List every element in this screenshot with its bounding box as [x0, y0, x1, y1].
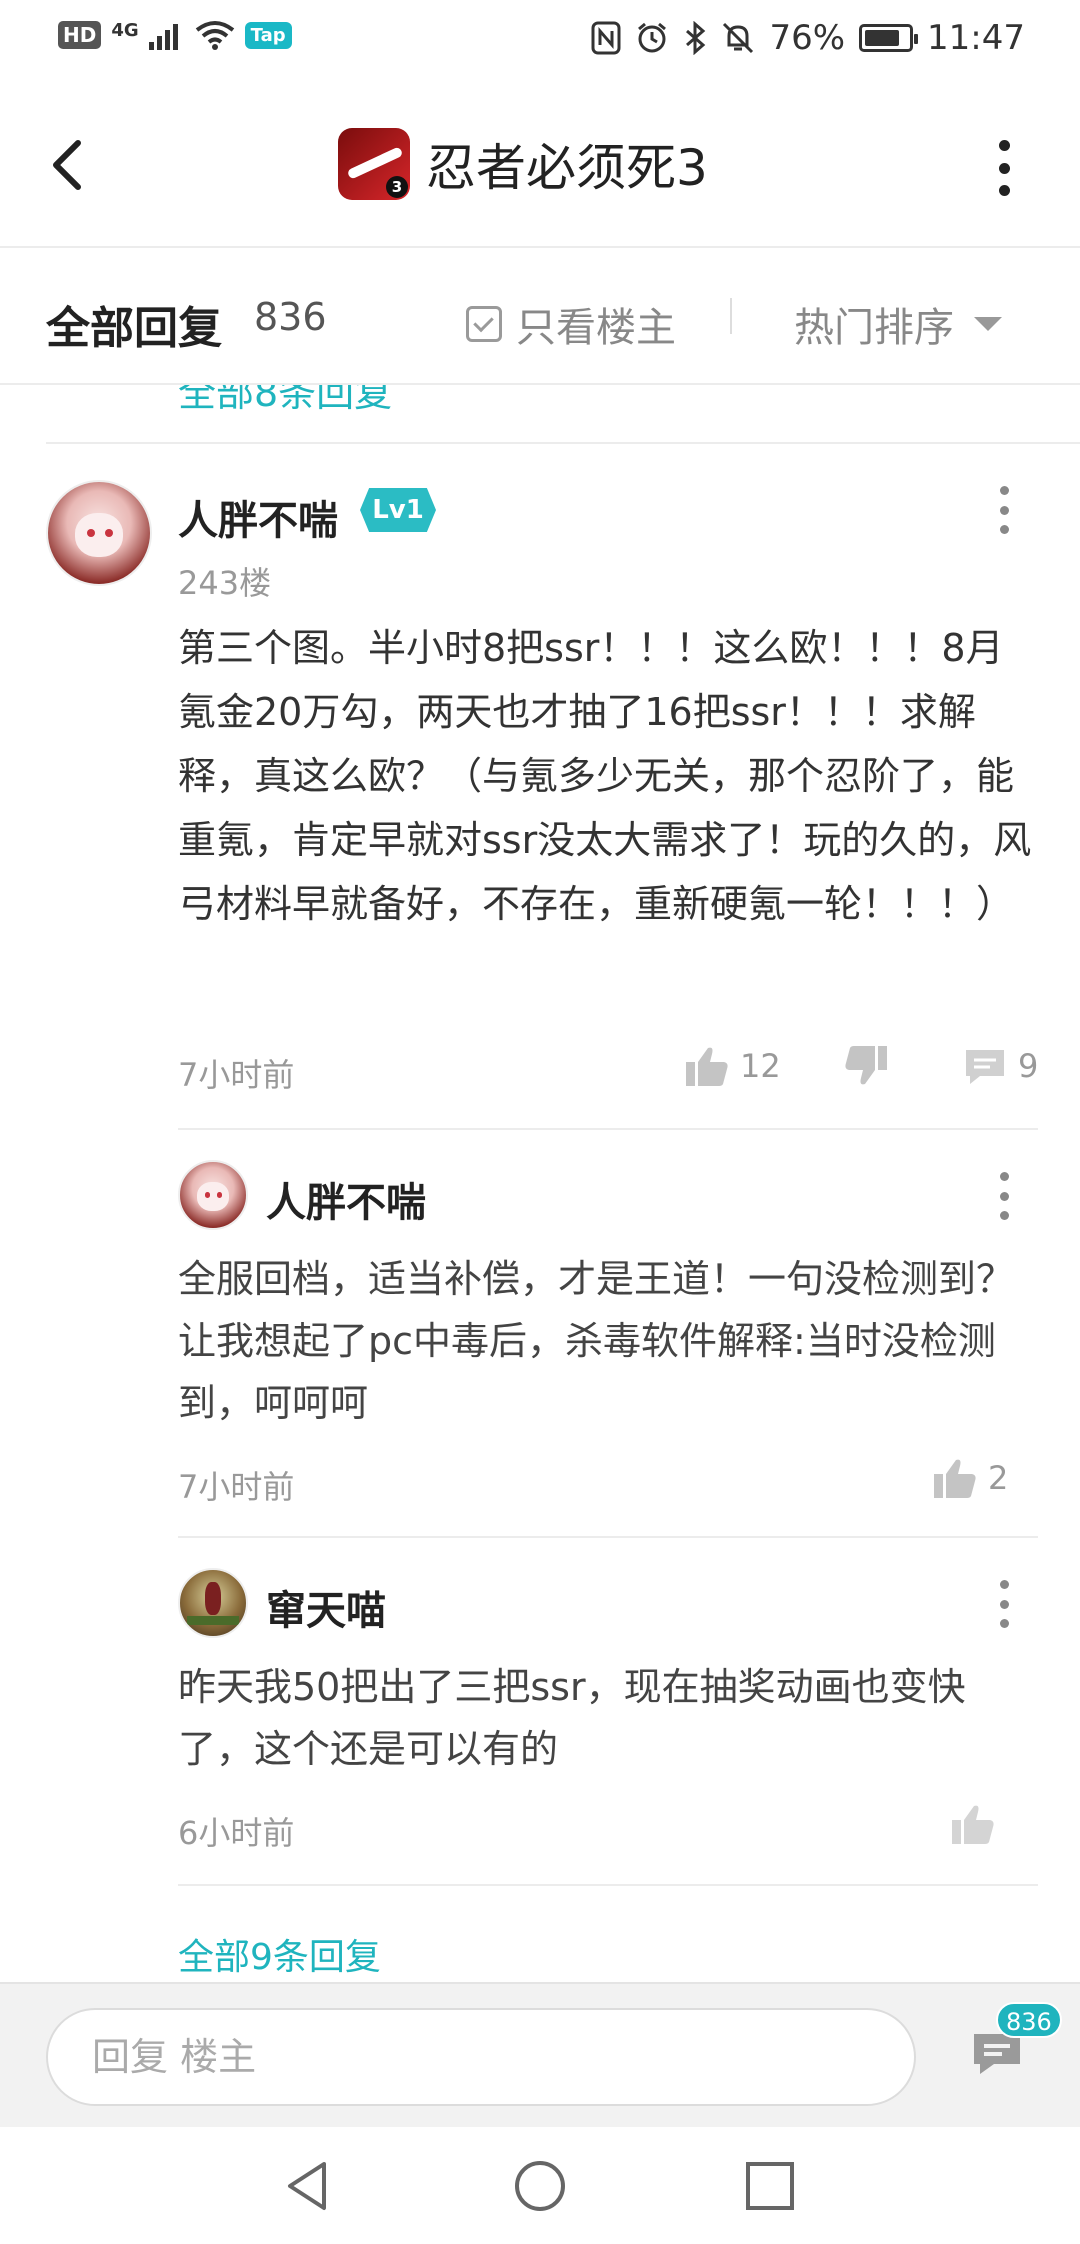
status-bar: HD 4G Tap 76% 11:47	[0, 0, 1080, 80]
reply-filter-bar: 全部回复 836 只看楼主 热门排序	[0, 250, 1080, 385]
wifi-icon	[195, 21, 234, 50]
header-title-group[interactable]: 3 忍者必须死3	[338, 128, 708, 200]
tap-badge-icon: Tap	[244, 21, 292, 49]
nfc-icon	[591, 21, 621, 55]
all-replies-link[interactable]: 全部9条回复	[178, 1928, 381, 1980]
comment-count: 9	[1018, 1047, 1039, 1085]
like-button[interactable]	[950, 1802, 996, 1846]
divider	[178, 1128, 1038, 1130]
app-header: 3 忍者必须死3	[0, 80, 1080, 248]
floor-number: 243楼	[178, 564, 272, 602]
comment-bubble-icon	[966, 1050, 1004, 1084]
nav-recents-icon[interactable]	[742, 2158, 798, 2214]
thumbs-up-icon	[686, 1047, 728, 1086]
only-op-toggle[interactable]: 只看楼主	[466, 295, 676, 353]
more-options-icon[interactable]	[994, 140, 1014, 196]
reply-input-bar: 回复 楼主 836	[0, 1982, 1080, 2127]
divider	[730, 298, 732, 334]
like-count: 2	[988, 1459, 1009, 1497]
sort-dropdown[interactable]: 热门排序	[794, 295, 1002, 353]
post-content: 第三个图。半小时8把ssr！！！这么欧！！！8月氪金20万勾，两天也才抽了16把…	[178, 626, 1032, 926]
thumbs-down-icon	[845, 1046, 887, 1085]
status-right: 76% 11:47	[591, 18, 1025, 58]
sort-label: 热门排序	[794, 305, 954, 351]
all-replies-title: 全部回复	[46, 303, 222, 354]
thumbs-up-icon	[934, 1459, 976, 1498]
reply-username[interactable]: 人胖不喘	[266, 1170, 426, 1228]
game-logo-badge: 3	[386, 176, 408, 198]
post-username[interactable]: 人胖不喘	[178, 488, 338, 546]
page-title: 忍者必须死3	[426, 139, 708, 197]
screen: HD 4G Tap 76% 11:47 3 忍者必须死3 全部8条回复 全部回复…	[0, 0, 1080, 2244]
thumbs-up-icon	[952, 1805, 994, 1844]
like-button[interactable]: 12	[684, 1044, 781, 1088]
caret-down-icon	[974, 317, 1002, 331]
avatar[interactable]	[178, 1568, 248, 1638]
system-nav-bar	[0, 2128, 1080, 2244]
network-type: 4G	[111, 20, 139, 41]
divider	[178, 1884, 1038, 1886]
battery-percent: 76%	[769, 18, 846, 58]
like-button[interactable]: 2	[932, 1456, 1008, 1500]
reply-username[interactable]: 窜天喵	[266, 1578, 386, 1636]
signal-icon	[148, 24, 178, 50]
mute-icon	[723, 22, 754, 54]
dislike-button[interactable]	[843, 1044, 889, 1088]
reply-input[interactable]: 回复 楼主	[46, 2008, 916, 2106]
only-op-label: 只看楼主	[516, 305, 676, 351]
reply-time: 7小时前	[178, 1468, 295, 1506]
reply-time: 6小时前	[178, 1814, 295, 1852]
post-time: 7小时前	[178, 1056, 295, 1094]
hd-chip: HD	[58, 21, 102, 49]
level-badge: Lv1	[360, 488, 436, 532]
game-logo-icon: 3	[338, 128, 410, 200]
clock: 11:47	[927, 18, 1025, 58]
reply-more-icon[interactable]	[997, 1580, 1011, 1628]
avatar[interactable]	[178, 1160, 248, 1230]
reply-content: 全服回档，适当补偿，才是王道！一句没检测到？让我想起了pc中毒后，杀毒软件解释:…	[178, 1257, 1015, 1425]
nav-back-icon[interactable]	[280, 2158, 336, 2214]
reply-count: 836	[254, 295, 327, 339]
nav-home-icon[interactable]	[512, 2158, 568, 2214]
reply-content: 昨天我50把出了三把ssr，现在抽奖动画也变快了，这个还是可以有的	[178, 1665, 966, 1771]
bluetooth-icon	[686, 21, 706, 55]
comment-count-badge: 836	[996, 2002, 1062, 2038]
alarm-icon	[638, 22, 667, 53]
reply-more-icon[interactable]	[997, 1172, 1011, 1220]
battery-icon	[859, 24, 919, 52]
avatar[interactable]	[46, 480, 152, 586]
checkbox-icon	[466, 306, 502, 342]
divider	[46, 442, 1080, 444]
comment-button[interactable]: 9	[962, 1044, 1038, 1088]
divider	[178, 1536, 1038, 1538]
status-left: HD 4G Tap	[58, 20, 292, 50]
back-arrow-icon[interactable]	[40, 135, 100, 195]
post-more-icon[interactable]	[997, 486, 1011, 534]
like-count: 12	[740, 1047, 781, 1085]
